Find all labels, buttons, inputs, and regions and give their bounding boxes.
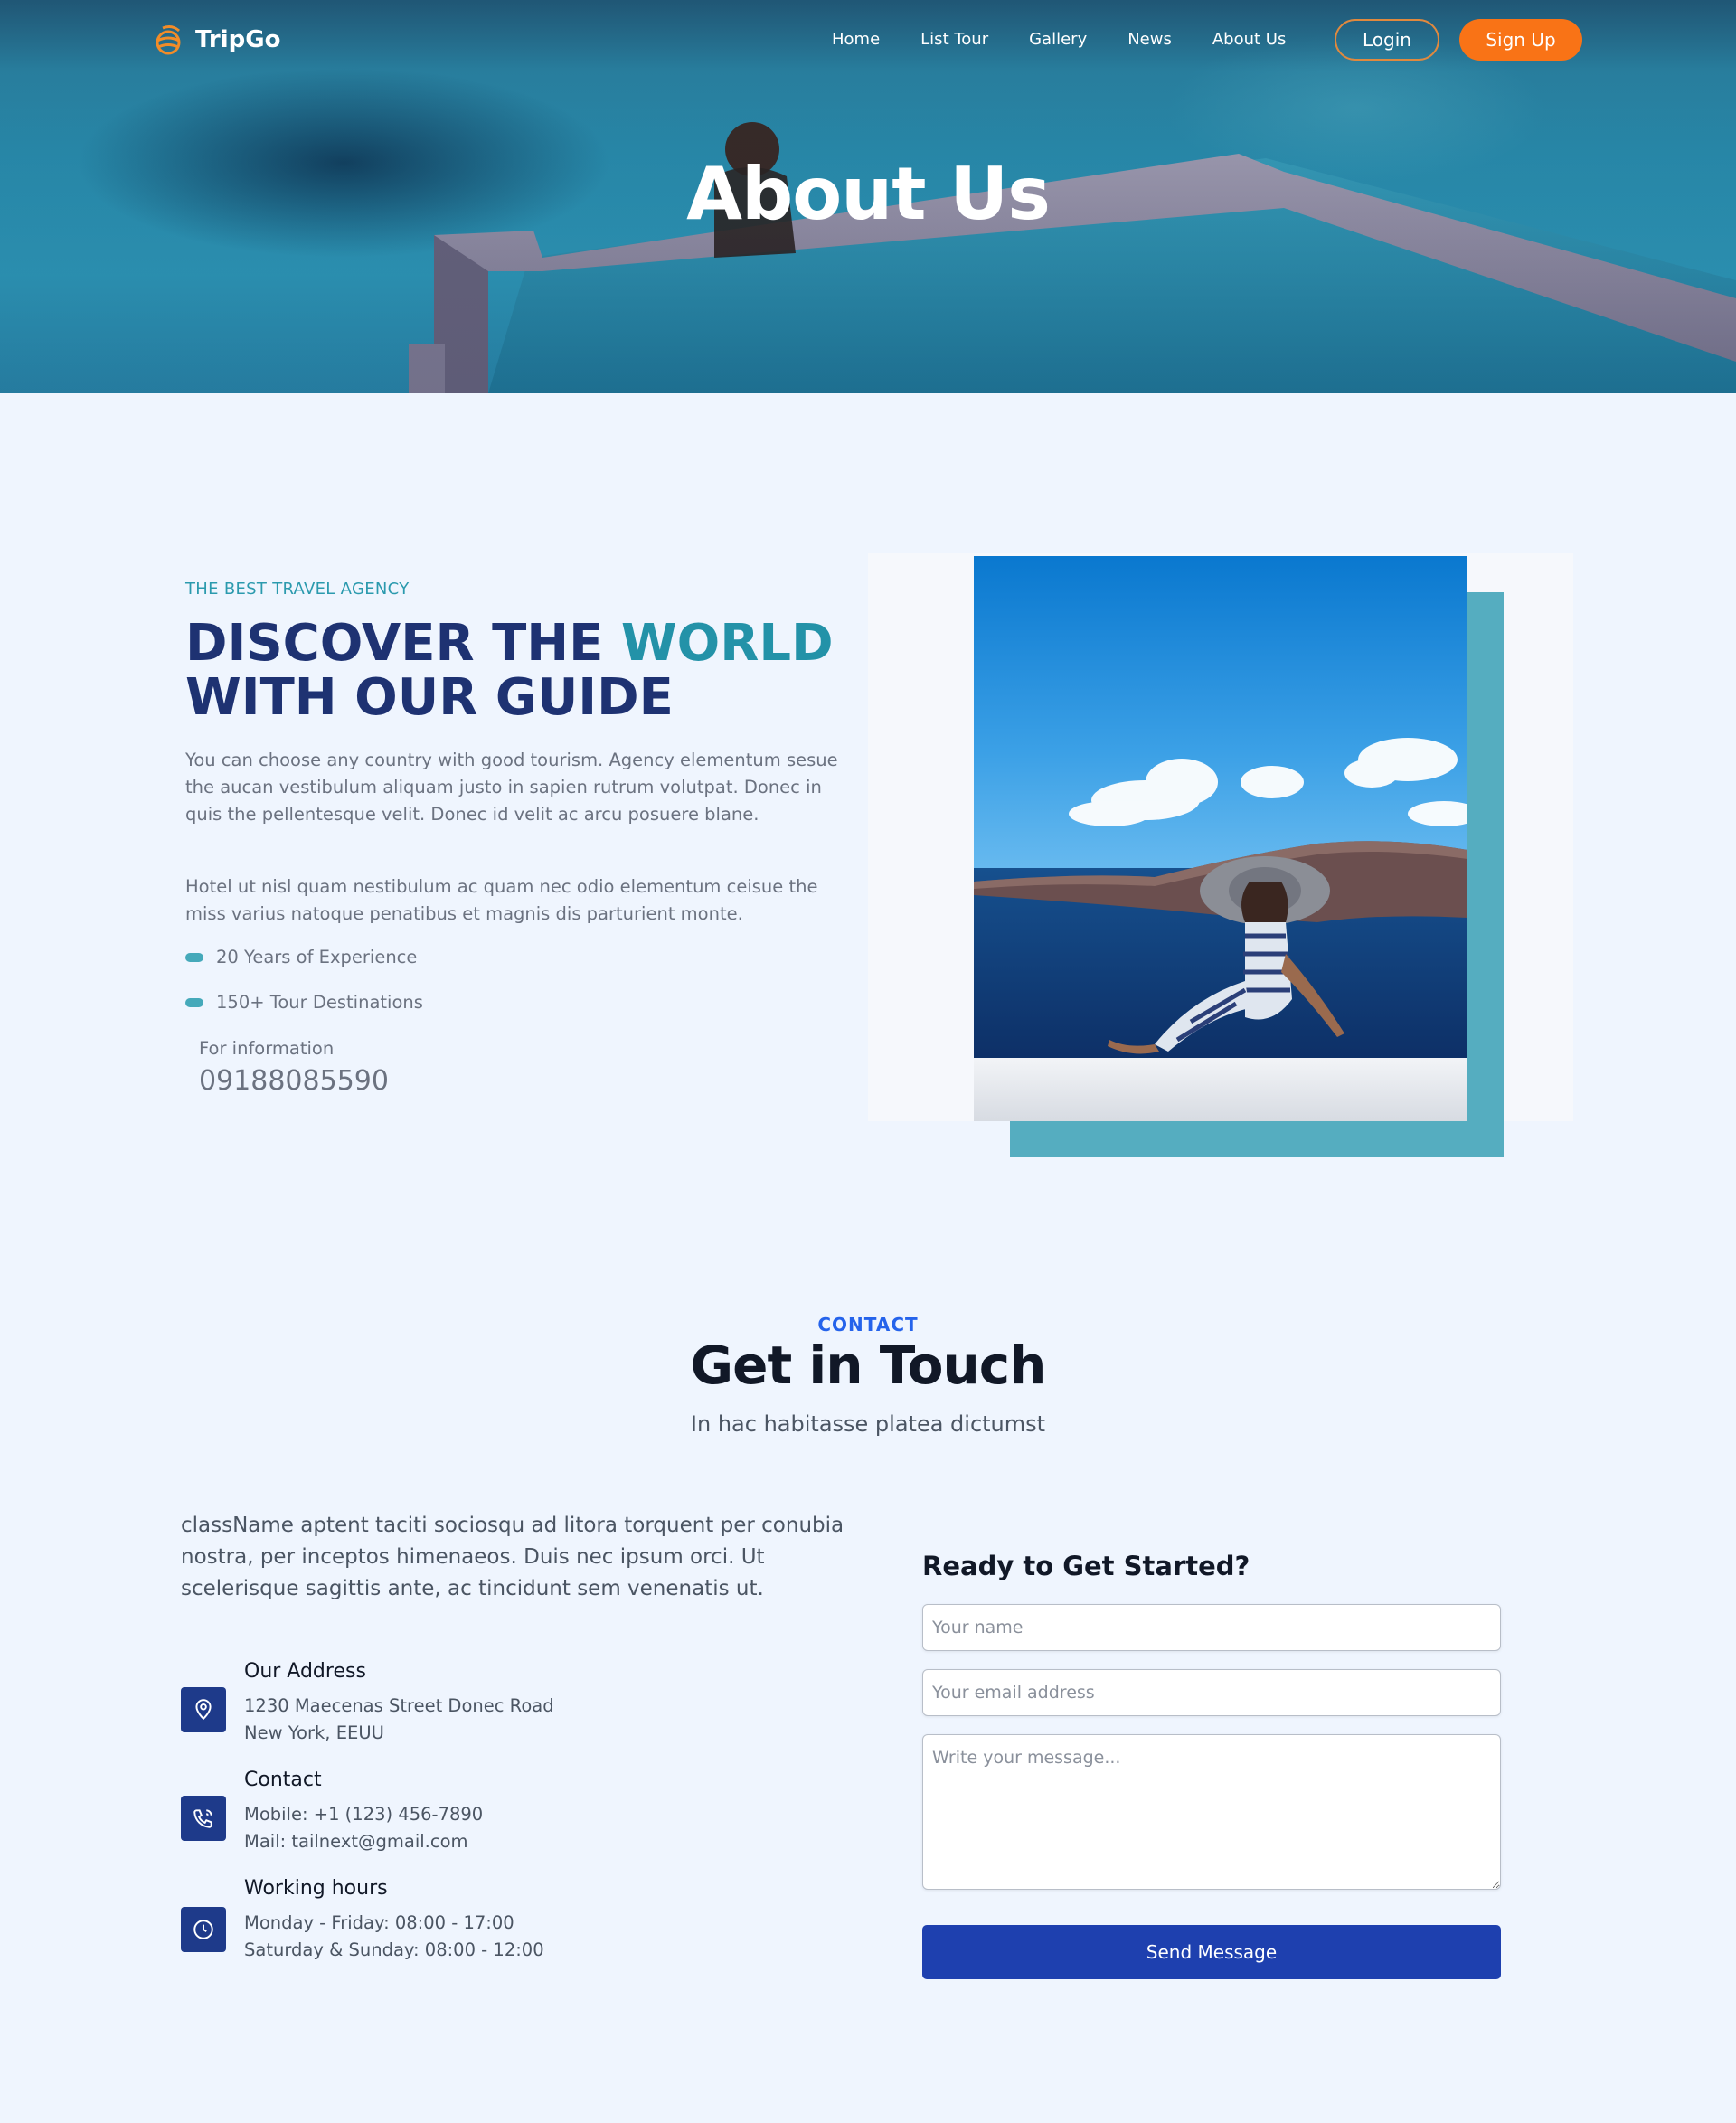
brand-name: TripGo xyxy=(195,26,281,53)
hours-heading: Working hours xyxy=(244,1877,388,1900)
hero-banner: TripGo Home List Tour Gallery News About… xyxy=(0,0,1736,393)
nav-link-list-tour[interactable]: List Tour xyxy=(920,27,988,52)
map-pin-icon xyxy=(181,1687,226,1732)
feature-item: 20 Years of Experience xyxy=(185,947,417,967)
about-paragraph-1: You can choose any country with good tou… xyxy=(185,750,838,825)
nav-link-news[interactable]: News xyxy=(1127,27,1172,52)
contact-heading: Get in Touch xyxy=(690,1335,1047,1396)
hours-weekdays: Monday - Friday: 08:00 - 17:00 xyxy=(244,1912,514,1933)
info-phone[interactable]: 09188085590 xyxy=(199,1065,389,1097)
feature-label: 20 Years of Experience xyxy=(216,947,418,967)
contact-intro: className aptent taciti sociosqu ad lito… xyxy=(181,1514,844,1600)
about-paragraph-2: Hotel ut nisl quam nestibulum ac quam ne… xyxy=(185,876,818,924)
globe-logo-icon xyxy=(156,25,181,55)
contact-subtitle: In hac habitasse platea dictumst xyxy=(690,1411,1046,1437)
email-input[interactable] xyxy=(922,1669,1501,1716)
feature-item: 150+ Tour Destinations xyxy=(185,992,423,1013)
bullet-icon xyxy=(185,952,203,962)
address-line-2: New York, EEUU xyxy=(244,1722,384,1743)
send-message-button[interactable]: Send Message xyxy=(922,1925,1501,1979)
about-eyebrow: THE BEST TRAVEL AGENCY xyxy=(185,580,410,599)
address-line-1: 1230 Maecenas Street Donec Road xyxy=(244,1695,554,1716)
signup-button[interactable]: Sign Up xyxy=(1459,19,1582,61)
phone-icon xyxy=(181,1796,226,1841)
nav-link-gallery[interactable]: Gallery xyxy=(1029,27,1087,52)
about-heading-accent: WORLD xyxy=(620,614,834,673)
login-button[interactable]: Login xyxy=(1335,19,1439,61)
address-heading: Our Address xyxy=(244,1660,366,1683)
clock-icon xyxy=(181,1907,226,1952)
top-navigation: TripGo Home List Tour Gallery News About… xyxy=(0,0,1736,81)
form-title: Ready to Get Started? xyxy=(922,1551,1250,1581)
brand-logo[interactable]: TripGo xyxy=(152,20,280,60)
nav-link-about-us[interactable]: About Us xyxy=(1212,27,1287,52)
about-image xyxy=(974,556,1467,1121)
contact-eyebrow: CONTACT xyxy=(817,1314,919,1335)
about-heading-part1: DISCOVER THE xyxy=(185,614,621,673)
info-label: For information xyxy=(199,1038,335,1059)
about-heading-part2: WITH OUR GUIDE xyxy=(185,668,674,727)
woman-sea-view-image xyxy=(974,556,1467,1121)
nav-link-home[interactable]: Home xyxy=(832,27,880,52)
contact-heading-label: Contact xyxy=(244,1769,322,1791)
about-heading: DISCOVER THE WORLD WITH OUR GUIDE xyxy=(185,617,873,725)
nav-links: Home List Tour Gallery News About Us xyxy=(832,27,1326,52)
hours-weekend: Saturday & Sunday: 08:00 - 12:00 xyxy=(244,1939,544,1960)
name-input[interactable] xyxy=(922,1604,1501,1651)
message-textarea[interactable] xyxy=(922,1734,1501,1890)
contact-mobile[interactable]: Mobile: +1 (123) 456-7890 xyxy=(244,1804,483,1825)
bullet-icon xyxy=(185,997,203,1007)
feature-label: 150+ Tour Destinations xyxy=(216,992,423,1013)
page-title: About Us xyxy=(686,152,1051,236)
contact-mail[interactable]: Mail: tailnext@gmail.com xyxy=(244,1831,468,1852)
